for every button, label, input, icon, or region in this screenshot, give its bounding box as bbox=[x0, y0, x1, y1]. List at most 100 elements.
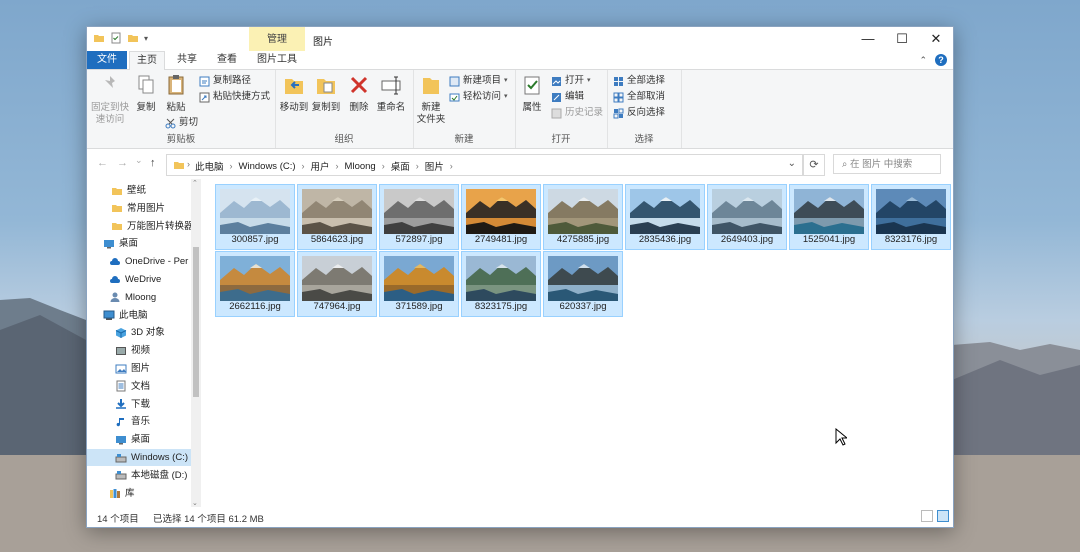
open-group: 属性 打开 ▾ 编辑 历史记录 打开 bbox=[515, 70, 608, 148]
drive-icon bbox=[115, 453, 127, 462]
properties-icon[interactable] bbox=[110, 32, 122, 44]
properties-button[interactable]: 属性 bbox=[519, 74, 545, 114]
file-tile[interactable]: 620337.jpg bbox=[543, 251, 623, 317]
breadcrumb-separator-icon[interactable]: › bbox=[302, 161, 305, 171]
navigation-pane: 壁纸 常用图片 万能图片转换器 桌面 OneDrive - Per WeDrive Mloo… bbox=[87, 179, 201, 507]
forward-button[interactable]: → bbox=[117, 157, 128, 169]
nav-item[interactable]: 图片 bbox=[87, 360, 191, 377]
file-tile[interactable]: 371589.jpg bbox=[379, 251, 459, 317]
rename-button[interactable]: 重命名 bbox=[375, 74, 407, 114]
select-all-button[interactable]: 全部选择 bbox=[613, 74, 665, 88]
tab-file[interactable]: 文件 bbox=[87, 51, 127, 69]
easy-access-button[interactable]: 轻松访问 ▾ bbox=[449, 90, 508, 104]
nav-item[interactable]: 视频 bbox=[87, 342, 191, 359]
nav-item[interactable]: WeDrive bbox=[87, 271, 191, 288]
breadcrumb-separator-icon[interactable]: › bbox=[416, 161, 419, 171]
tab-picture-tools[interactable]: 图片工具 bbox=[249, 51, 305, 69]
address-bar[interactable]: › 此电脑 › Windows (C:) › 用户 › Mloong › 桌面 › 图片 › ⌄ bbox=[166, 154, 803, 176]
history-button[interactable]: 历史记录 bbox=[551, 106, 603, 120]
file-tile[interactable]: 4275885.jpg bbox=[543, 184, 623, 250]
new-group-label: 新建 bbox=[454, 134, 474, 145]
tab-view[interactable]: 查看 bbox=[209, 51, 245, 69]
tab-home[interactable]: 主页 bbox=[129, 51, 165, 70]
nav-item[interactable]: 库 bbox=[87, 485, 191, 502]
refresh-button[interactable]: ⟳ bbox=[803, 154, 825, 176]
nav-scrollbar-thumb[interactable] bbox=[193, 247, 199, 397]
file-tile[interactable]: 300857.jpg bbox=[215, 184, 295, 250]
help-icon[interactable]: ? bbox=[935, 54, 947, 66]
breadcrumb-item[interactable]: Mloong bbox=[345, 161, 376, 172]
file-tile[interactable]: 8323175.jpg bbox=[461, 251, 541, 317]
move-to-button[interactable]: 移动到 bbox=[279, 74, 309, 114]
address-dropdown-icon[interactable]: ⌄ bbox=[788, 158, 796, 169]
close-button[interactable]: ✕ bbox=[919, 27, 953, 51]
nav-item[interactable]: OneDrive - Per bbox=[87, 253, 191, 270]
address-bar-row: ← → ⌄ ↑ › 此电脑 › Windows (C:) › 用户 › Mloong › 桌面 ›… bbox=[87, 149, 953, 179]
nav-item[interactable]: 桌面 bbox=[87, 235, 191, 252]
file-name: 572897.jpg bbox=[395, 234, 443, 245]
back-button[interactable]: ← bbox=[97, 157, 108, 169]
customize-toolbar-icon[interactable]: ▾ bbox=[144, 34, 148, 43]
breadcrumb-item[interactable]: 用户 bbox=[311, 159, 330, 173]
maximize-button[interactable]: ☐ bbox=[885, 27, 919, 51]
breadcrumb-item[interactable]: Windows (C:) bbox=[239, 161, 296, 172]
nav-scrollbar[interactable]: ⌃ ⌄ bbox=[191, 179, 201, 507]
file-tile[interactable]: 2662116.jpg bbox=[215, 251, 295, 317]
nav-item[interactable]: 桌面 bbox=[87, 431, 191, 448]
nav-item[interactable]: Mloong bbox=[87, 289, 191, 306]
file-tile[interactable]: 1525041.jpg bbox=[789, 184, 869, 250]
new-folder-button[interactable]: 新建 文件夹 bbox=[415, 74, 447, 126]
paste-shortcut-button[interactable]: 粘贴快捷方式 bbox=[199, 90, 270, 104]
file-tile[interactable]: 5864623.jpg bbox=[297, 184, 377, 250]
recent-locations-button[interactable]: ⌄ bbox=[135, 155, 143, 166]
breadcrumb-item[interactable]: 桌面 bbox=[391, 159, 410, 173]
nav-item[interactable]: 3D 对象 bbox=[87, 324, 191, 341]
expand-ribbon-icon[interactable]: ⌃ bbox=[919, 55, 927, 66]
breadcrumb-item[interactable]: 图片 bbox=[425, 159, 444, 173]
cut-button[interactable]: 剪切 bbox=[165, 116, 198, 130]
file-tile[interactable]: 8323176.jpg bbox=[871, 184, 951, 250]
thumbnail-image bbox=[302, 189, 372, 234]
file-tile[interactable]: 747964.jpg bbox=[297, 251, 377, 317]
pin-quick-access-button[interactable]: 固定到快 速访问 bbox=[91, 74, 129, 126]
breadcrumb-separator-icon[interactable]: › bbox=[336, 161, 339, 171]
breadcrumb-separator-icon[interactable]: › bbox=[230, 161, 233, 171]
large-icons-view-button[interactable] bbox=[937, 510, 949, 522]
nav-item[interactable]: 下载 bbox=[87, 396, 191, 413]
nav-item[interactable]: 文档 bbox=[87, 378, 191, 395]
paste-button[interactable]: 粘贴 bbox=[163, 74, 189, 114]
invert-selection-button[interactable]: 反向选择 bbox=[613, 106, 665, 120]
breadcrumb-item[interactable]: 此电脑 bbox=[195, 159, 224, 173]
ribbon: 固定到快 速访问 复制 粘贴 复制路径 粘贴快捷方式 剪切 剪贴板 移动到 复制… bbox=[87, 70, 953, 149]
nav-item[interactable]: Windows (C:) bbox=[87, 449, 191, 466]
search-input[interactable]: ⌕ 在 图片 中搜索 bbox=[833, 154, 941, 174]
new-folder-icon[interactable] bbox=[127, 32, 139, 44]
tab-share[interactable]: 共享 bbox=[167, 51, 207, 69]
nav-item[interactable]: 此电脑 bbox=[87, 307, 191, 324]
file-tile[interactable]: 2835436.jpg bbox=[625, 184, 705, 250]
copy-path-icon bbox=[199, 76, 210, 86]
delete-button[interactable]: 删除 bbox=[347, 74, 371, 114]
file-tile[interactable]: 2749481.jpg bbox=[461, 184, 541, 250]
nav-item[interactable]: 壁纸 bbox=[87, 182, 191, 199]
history-icon bbox=[551, 108, 562, 118]
copy-to-button[interactable]: 复制到 bbox=[311, 74, 341, 114]
minimize-button[interactable]: — bbox=[851, 27, 885, 51]
new-item-button[interactable]: 新建项目 ▾ bbox=[449, 74, 508, 88]
breadcrumb-separator-icon[interactable]: › bbox=[450, 161, 453, 171]
open-button[interactable]: 打开 ▾ bbox=[551, 74, 591, 88]
nav-item[interactable]: 本地磁盘 (D:) bbox=[87, 467, 191, 484]
user-icon bbox=[110, 292, 120, 303]
nav-item[interactable]: 万能图片转换器 bbox=[87, 218, 191, 235]
select-none-button[interactable]: 全部取消 bbox=[613, 90, 665, 104]
copy-button[interactable]: 复制 bbox=[133, 74, 159, 114]
breadcrumb-separator-icon[interactable]: › bbox=[382, 161, 385, 171]
edit-button[interactable]: 编辑 bbox=[551, 90, 584, 104]
file-tile[interactable]: 2649403.jpg bbox=[707, 184, 787, 250]
details-view-button[interactable] bbox=[921, 510, 933, 522]
up-button[interactable]: ↑ bbox=[150, 157, 156, 169]
nav-item[interactable]: 常用图片 bbox=[87, 200, 191, 217]
file-tile[interactable]: 572897.jpg bbox=[379, 184, 459, 250]
nav-item[interactable]: 音乐 bbox=[87, 413, 191, 430]
copy-path-button[interactable]: 复制路径 bbox=[199, 74, 251, 88]
